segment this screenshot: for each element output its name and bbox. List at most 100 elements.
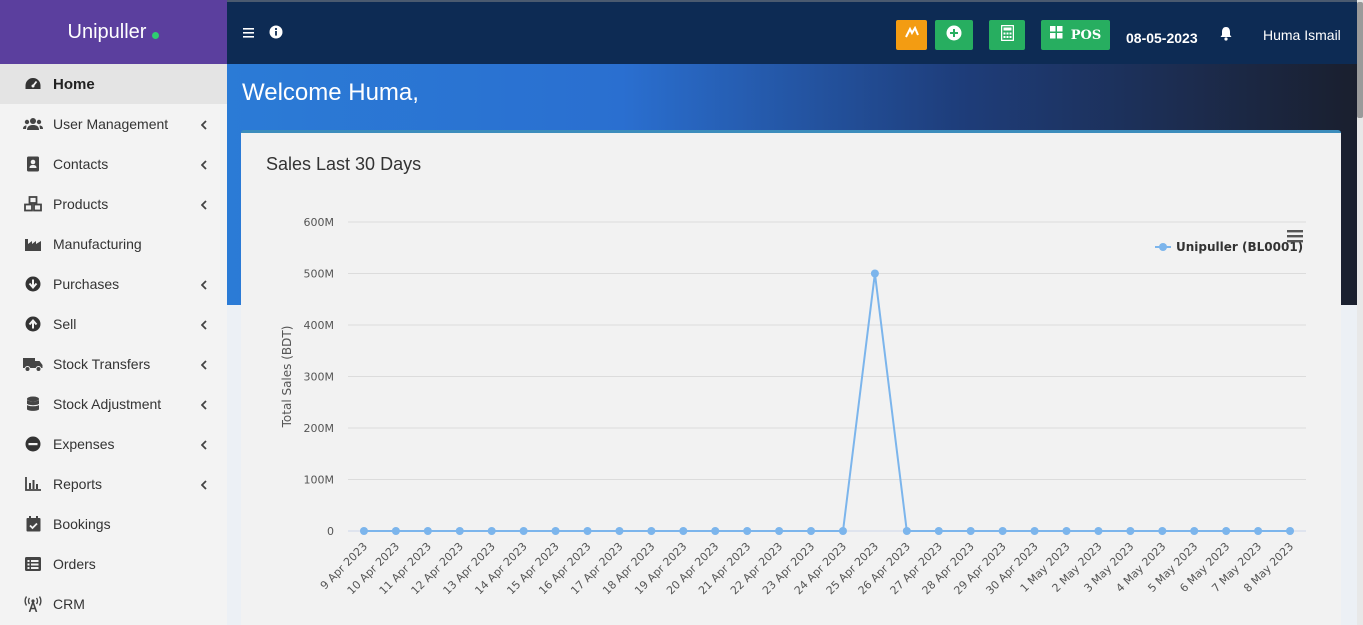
list-icon xyxy=(23,554,43,574)
add-button[interactable] xyxy=(935,20,973,50)
data-point xyxy=(1222,527,1231,535)
pos-label: POS xyxy=(1070,27,1102,43)
chevron-left-icon xyxy=(200,317,207,333)
data-point xyxy=(870,269,879,278)
bell-icon[interactable] xyxy=(1219,26,1233,46)
chart-menu-bar xyxy=(1287,240,1303,243)
y-axis-title: Total Sales (BDT) xyxy=(280,326,294,429)
data-point xyxy=(966,527,975,535)
bar-chart-icon xyxy=(23,474,43,494)
sidebar-item-label: Products xyxy=(53,196,109,212)
y-tick-label: 200M xyxy=(304,422,335,435)
sidebar-item-stock-transfers[interactable]: Stock Transfers xyxy=(0,344,227,384)
minus-circle-icon xyxy=(23,434,43,454)
chevron-left-icon xyxy=(200,157,207,173)
sidebar-item-user-management[interactable]: User Management xyxy=(0,104,227,144)
sidebar-item-label: Bookings xyxy=(53,516,111,532)
data-point xyxy=(1286,527,1295,535)
sidebar-item-label: Stock Adjustment xyxy=(53,396,162,412)
sidebar-item-orders[interactable]: Orders xyxy=(0,544,227,584)
chevron-left-icon xyxy=(200,437,207,453)
users-icon xyxy=(23,114,43,134)
current-date: 08-05-2023 xyxy=(1126,30,1198,46)
sign-language-button[interactable] xyxy=(896,20,927,50)
data-point xyxy=(359,527,368,535)
data-point xyxy=(487,527,496,535)
sidebar-item-label: Home xyxy=(53,75,95,93)
data-point xyxy=(1030,527,1039,535)
sidebar-item-label: Contacts xyxy=(53,156,109,172)
chevron-left-icon xyxy=(200,197,207,213)
online-status-dot xyxy=(152,31,160,39)
y-tick-label: 0 xyxy=(327,525,334,538)
truck-icon xyxy=(23,354,43,374)
data-point xyxy=(423,527,432,535)
sidebar-item-crm[interactable]: CRM xyxy=(0,584,227,624)
sidebar-item-label: User Management xyxy=(53,116,169,132)
arrow-circle-up-icon xyxy=(23,314,43,334)
sidebar-item-label: Expenses xyxy=(53,436,115,452)
data-point xyxy=(455,527,464,535)
sidebar-item-expenses[interactable]: Expenses xyxy=(0,424,227,464)
sidebar-item-bookings[interactable]: Bookings xyxy=(0,504,227,544)
database-icon xyxy=(23,394,43,414)
info-icon[interactable] xyxy=(269,25,283,44)
data-point xyxy=(743,527,752,535)
y-tick-label: 400M xyxy=(304,319,335,332)
sidebar-item-manufacturing[interactable]: Manufacturing xyxy=(0,224,227,264)
sidebar-item-stock-adjustment[interactable]: Stock Adjustment xyxy=(0,384,227,424)
data-point xyxy=(838,527,847,535)
legend-marker xyxy=(1159,243,1167,251)
industry-icon xyxy=(23,234,43,254)
broadcast-icon xyxy=(23,594,43,614)
data-point xyxy=(519,527,528,535)
data-point xyxy=(583,527,592,535)
chart-menu-bar xyxy=(1287,235,1303,238)
app-root: Unipuller Home User Management Contacts Pro… xyxy=(0,0,1363,625)
sidebar-item-label: CRM xyxy=(53,596,85,612)
sales-chart-card: Sales Last 30 Days 0 100M 200M 300M 400M 500M… xyxy=(241,130,1341,625)
chart-menu-bar xyxy=(1287,230,1303,233)
hamburger-menu-icon[interactable] xyxy=(243,26,255,44)
series-line xyxy=(364,273,1290,532)
sidebar-item-purchases[interactable]: Purchases xyxy=(0,264,227,304)
top-navbar: POS 08-05-2023 Huma Ismail xyxy=(227,0,1357,64)
sidebar-item-label: Purchases xyxy=(53,276,120,292)
sidebar-item-sell[interactable]: Sell xyxy=(0,304,227,344)
data-point xyxy=(807,527,816,535)
chevron-left-icon xyxy=(200,277,207,293)
user-menu[interactable]: Huma Ismail xyxy=(1263,27,1341,43)
data-point xyxy=(1158,527,1167,535)
sidebar-item-home[interactable]: Home xyxy=(0,64,227,104)
sales-line-chart: 0 100M 200M 300M 400M 500M 600M Total Sales (BD… xyxy=(280,216,1306,597)
calculator-button[interactable] xyxy=(989,20,1025,50)
data-point xyxy=(679,527,688,535)
brand-logo[interactable]: Unipuller xyxy=(0,0,227,64)
scrollbar-thumb[interactable] xyxy=(1357,2,1363,118)
pos-button[interactable]: POS xyxy=(1041,20,1110,50)
main-content: Welcome Huma, Sales Last 30 Days 0 100M 20… xyxy=(227,64,1357,625)
sidebar-item-contacts[interactable]: Contacts xyxy=(0,144,227,184)
data-point xyxy=(647,527,656,535)
chevron-left-icon xyxy=(200,397,207,413)
page-scrollbar[interactable] xyxy=(1357,0,1363,625)
sidebar-item-reports[interactable]: Reports xyxy=(0,464,227,504)
data-point xyxy=(902,527,911,535)
grid-icon xyxy=(1049,26,1063,44)
welcome-heading: Welcome Huma, xyxy=(242,79,419,106)
brand-name: Unipuller xyxy=(67,20,147,43)
sidebar-item-label: Sell xyxy=(53,316,77,332)
address-book-icon xyxy=(23,154,43,174)
y-tick-label: 100M xyxy=(304,474,335,487)
sidebar-item-label: Reports xyxy=(53,476,103,492)
sidebar-item-products[interactable]: Products xyxy=(0,184,227,224)
data-point xyxy=(711,527,720,535)
sidebar-item-label: Orders xyxy=(53,556,96,572)
calculator-icon xyxy=(1000,24,1014,46)
y-tick-label: 300M xyxy=(304,371,335,384)
legend-label: Unipuller (BL0001) xyxy=(1176,240,1303,254)
arrow-circle-down-icon xyxy=(23,274,43,294)
dashboard-icon xyxy=(23,74,43,94)
data-point xyxy=(1094,527,1103,535)
chart-menu-icon[interactable] xyxy=(1287,230,1303,243)
